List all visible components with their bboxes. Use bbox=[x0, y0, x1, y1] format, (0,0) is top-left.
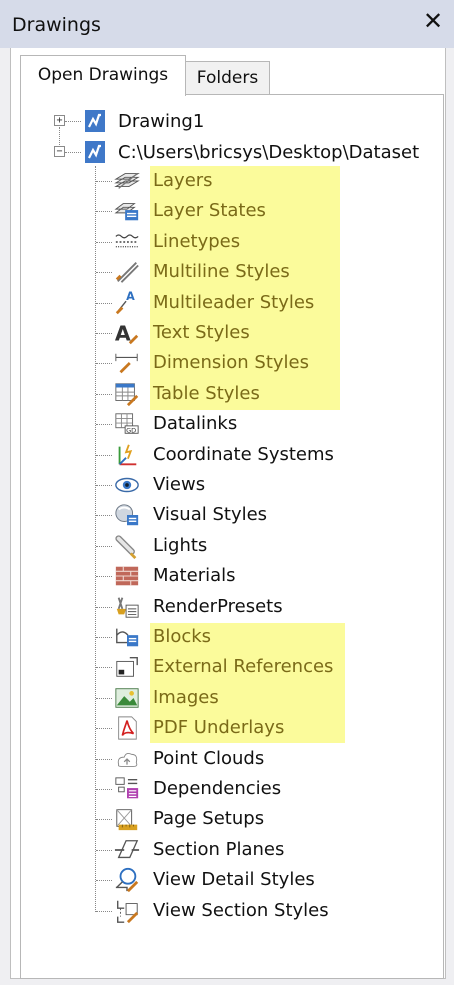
root-drawing1-label[interactable]: Drawing1 bbox=[118, 111, 204, 132]
point-clouds-icon bbox=[117, 752, 138, 767]
tree-connector bbox=[96, 394, 112, 395]
tab-open-drawings[interactable]: Open Drawings bbox=[20, 55, 186, 96]
tree-connector bbox=[96, 424, 112, 425]
tree-item-label: Linetypes bbox=[153, 231, 241, 252]
panel-bottom-edge bbox=[10, 978, 446, 985]
tree-item-label: PDF Underlays bbox=[153, 717, 285, 738]
tree-item-label: External References bbox=[153, 656, 334, 677]
tree-connector bbox=[96, 455, 112, 456]
tree-connector bbox=[65, 121, 81, 122]
panel-titlebar: Drawings ✕ bbox=[0, 0, 454, 48]
tree-connector bbox=[96, 363, 112, 364]
tree-connector bbox=[96, 333, 112, 334]
tree-item-label: View Section Styles bbox=[153, 900, 329, 921]
tree-connector bbox=[96, 819, 112, 820]
svg-text:A: A bbox=[126, 290, 135, 303]
tree-item-label: Views bbox=[153, 474, 206, 495]
tree-connector bbox=[96, 515, 112, 516]
tree-connector bbox=[96, 272, 112, 273]
visual-styles-icon bbox=[115, 504, 139, 526]
tree-connector bbox=[59, 127, 60, 145]
tree-connector bbox=[96, 607, 112, 608]
linetypes-icon bbox=[115, 234, 139, 248]
tree-connector bbox=[96, 911, 112, 912]
images-icon bbox=[115, 688, 139, 708]
dependencies-icon bbox=[115, 777, 139, 799]
tree-item-label: Text Styles bbox=[153, 322, 250, 343]
materials-icon bbox=[115, 566, 139, 586]
tree-item-label: Section Planes bbox=[153, 839, 285, 860]
tree-connector bbox=[96, 576, 112, 577]
drawing-file-icon bbox=[85, 141, 105, 163]
tree-connector bbox=[96, 546, 112, 547]
tree-item-label: Multiline Styles bbox=[153, 261, 290, 282]
lights-icon bbox=[115, 535, 137, 559]
multileader-styles-icon: A bbox=[115, 290, 135, 315]
drawing-file-icon bbox=[85, 110, 105, 132]
external-references-icon bbox=[116, 657, 138, 677]
collapse-dataset-icon[interactable]: − bbox=[54, 146, 65, 157]
tree-item-label: Page Setups bbox=[153, 808, 265, 829]
tree-connector bbox=[96, 637, 112, 638]
dimension-styles-icon bbox=[115, 353, 138, 374]
tree-connector bbox=[95, 166, 96, 912]
tree-item-label: Dimension Styles bbox=[153, 352, 309, 373]
tree-item-label: Coordinate Systems bbox=[153, 444, 334, 465]
coordinate-systems-icon bbox=[118, 444, 137, 466]
layer-states-icon bbox=[114, 203, 139, 221]
view-detail-styles-icon bbox=[115, 867, 139, 893]
panel-right-edge bbox=[445, 48, 454, 985]
multiline-styles-icon bbox=[115, 262, 139, 283]
tree-item-label: View Detail Styles bbox=[153, 869, 315, 890]
tree-item-label: Datalinks bbox=[153, 413, 238, 434]
tree-item-label: RenderPresets bbox=[153, 596, 283, 617]
views-eye-icon bbox=[115, 477, 139, 493]
tree-item-label: Dependencies bbox=[153, 778, 282, 799]
tree-item-label: Blocks bbox=[153, 626, 212, 647]
tree-connector bbox=[96, 759, 112, 760]
tree-item-label: Point Clouds bbox=[153, 748, 265, 769]
root-dataset-path-label[interactable]: C:\Users\bricsys\Desktop\Dataset bbox=[118, 142, 419, 163]
svg-text:GD: GD bbox=[126, 426, 136, 434]
view-section-styles-icon bbox=[117, 900, 139, 924]
panel-title: Drawings bbox=[12, 14, 101, 36]
tree-connector bbox=[96, 181, 112, 182]
tree-item-label: Visual Styles bbox=[153, 504, 268, 525]
tree-item-label: Layers bbox=[153, 170, 213, 191]
tree-item-label: Lights bbox=[153, 535, 208, 556]
tab-folders[interactable]: Folders bbox=[186, 61, 270, 95]
page-setups-icon bbox=[116, 809, 138, 831]
layers-icon bbox=[114, 173, 140, 189]
tree-connector bbox=[96, 850, 112, 851]
tree-connector bbox=[96, 667, 112, 668]
expand-drawing1-icon[interactable]: + bbox=[54, 115, 65, 126]
blocks-icon bbox=[116, 628, 139, 647]
tree-item-label: Multileader Styles bbox=[153, 292, 315, 313]
tree-connector bbox=[96, 303, 112, 304]
datalinks-icon: GD bbox=[115, 413, 139, 434]
tree-connector bbox=[65, 152, 81, 153]
text-styles-icon: A bbox=[115, 321, 139, 345]
tree-connector bbox=[96, 485, 112, 486]
tree-item-label: Layer States bbox=[153, 200, 266, 221]
tree-connector bbox=[96, 242, 112, 243]
tree-item-label: Images bbox=[153, 687, 219, 708]
table-styles-icon bbox=[115, 383, 139, 407]
section-planes-icon bbox=[114, 840, 140, 859]
panel-left-edge bbox=[0, 48, 11, 985]
tree-connector bbox=[96, 698, 112, 699]
tree-item-label: Materials bbox=[153, 565, 236, 586]
tree-connector bbox=[96, 728, 112, 729]
tree-item-label: Table Styles bbox=[153, 383, 260, 404]
render-presets-icon bbox=[116, 597, 139, 618]
svg-text:A: A bbox=[115, 321, 131, 345]
tree-connector bbox=[96, 789, 112, 790]
tree-connector bbox=[96, 211, 112, 212]
close-icon[interactable]: ✕ bbox=[422, 9, 444, 33]
tree-connector bbox=[96, 880, 112, 881]
pdf-underlays-icon bbox=[118, 716, 137, 740]
